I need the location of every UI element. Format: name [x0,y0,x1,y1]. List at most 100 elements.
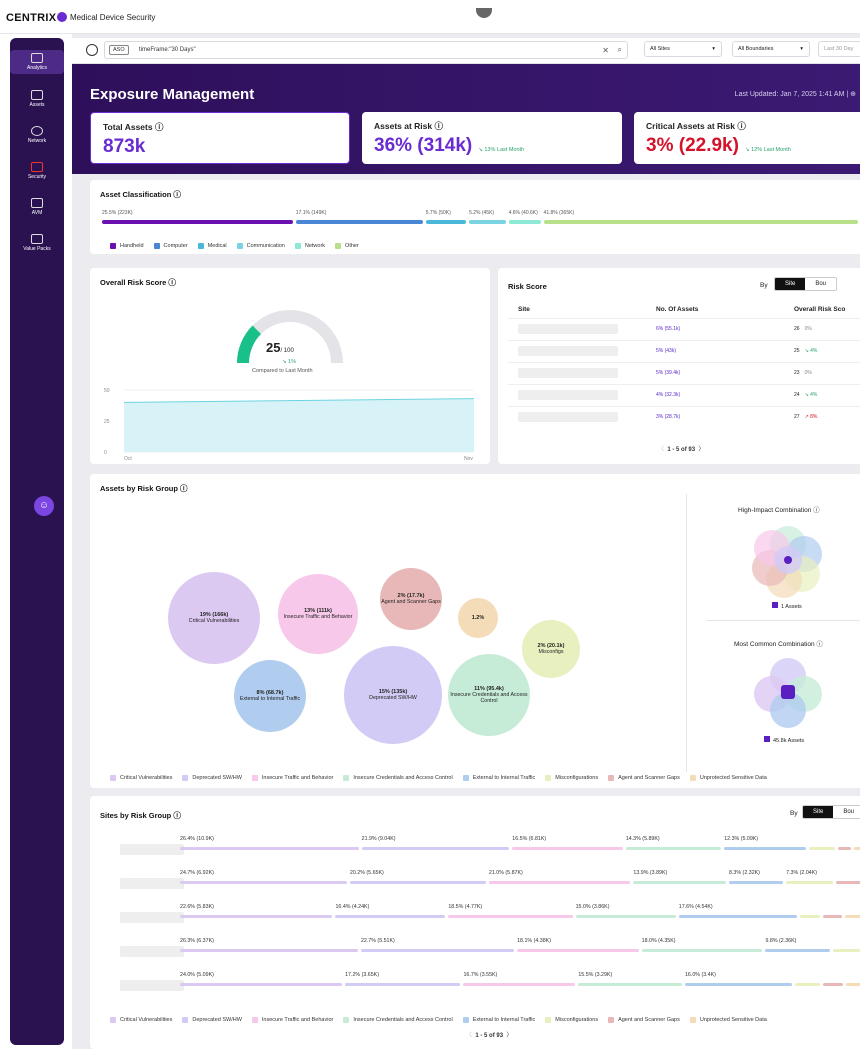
clear-icon[interactable]: ✕ [602,46,609,55]
legend-item: Computer [153,243,188,249]
toggle-boundary[interactable]: Bou [805,278,836,290]
kpi-assets-at-risk[interactable]: Assets at Risk ⓘ 36% (314k) ↘ 13% Last Mo… [362,112,622,164]
segment-bar[interactable] [641,949,763,952]
segment-bar[interactable] [360,949,515,952]
risk-group-bubble[interactable]: 15% (135k) Deprecated SW/HW [344,646,442,744]
segment-bar[interactable] [724,847,806,850]
asset-count[interactable]: 6% (55.1k) [656,326,680,332]
risk-group-bubble[interactable]: 1.2% [458,598,498,638]
segment-bar[interactable] [808,847,836,850]
table-row[interactable]: 3% (28.7k) 27 ↗ 8% [508,406,860,424]
sites-select[interactable]: All Sites ▾ [644,41,722,57]
next-page-icon[interactable]: 〉 [506,1033,512,1039]
legend-label: Medical [207,243,227,249]
kpi-total-assets[interactable]: Total Assets ⓘ 873k [90,112,350,164]
segment-bar[interactable] [180,983,343,986]
segment-bar[interactable] [578,983,682,986]
risk-score-value: 25/ 100 [266,340,294,355]
sidebar-item-network[interactable]: Network [10,126,64,144]
segment-bar[interactable] [361,847,510,850]
table-row[interactable]: 5% (39.4k) 23 0% [508,362,860,380]
next-page-icon[interactable]: 〉 [698,447,704,453]
column-header-score[interactable]: Overall Risk Sco [794,306,845,313]
segment-bar[interactable] [180,915,333,918]
chat-help-button[interactable]: ☺ [34,496,54,516]
classification-segment[interactable] [295,220,423,224]
segment-bar[interactable] [684,983,793,986]
segment-bar[interactable] [575,915,676,918]
column-header-assets[interactable]: No. Of Assets [656,306,698,313]
segment-bar[interactable] [180,881,347,884]
asset-count[interactable]: 5% (43k) [656,348,676,354]
classification-segment[interactable] [508,220,541,224]
classification-segment[interactable] [543,220,859,224]
segment-bar[interactable] [517,949,639,952]
risk-group-bubble[interactable]: 19% (166k) Critical Vulnerabilities [168,572,260,664]
segment-label: 14.3% (5.89K) [625,836,660,842]
search-icon[interactable]: ⌕ [618,45,622,55]
risk-group-bubble[interactable]: 2% (20.1k) Misconfigs [522,620,580,678]
sidebar-item-security[interactable]: Security [10,162,64,180]
toggle-site[interactable]: Site [803,806,834,818]
sidebar-item-assets[interactable]: Assets [10,90,64,108]
toggle-boundary[interactable]: Bou [833,806,860,818]
segment-bar[interactable] [345,983,461,986]
legend-item: Other [335,243,359,249]
kpi-critical-assets[interactable]: Critical Assets at Risk ⓘ 3% (22.9k) ↘ 12… [634,112,860,164]
classification-segment[interactable] [425,220,467,224]
sidebar-item-avm[interactable]: AVM [10,198,64,216]
segment-bar[interactable] [180,847,359,850]
legend-swatch [182,775,189,781]
legend-label: Insecure Traffic and Behavior [261,775,334,781]
legend-swatch [608,1017,615,1023]
score-delta: 0% [804,326,812,332]
segment-bar[interactable] [765,949,830,952]
table-row[interactable]: 5% (43k) 25 ↘ 4% [508,340,860,358]
legend-label: Agent and Scanner Gaps [618,1017,680,1023]
asset-count[interactable]: 3% (28.7k) [656,414,680,420]
segment-bar[interactable] [854,847,860,850]
sidebar-item-analytics[interactable]: Analytics [10,50,64,74]
segment-bar[interactable] [349,881,486,884]
risk-group-bubble[interactable]: 8% (68.7k) External to Internal Traffic [234,660,306,732]
segment-bar[interactable] [463,983,576,986]
prev-page-icon[interactable]: 〈 [466,1033,472,1039]
kpi-delta: ↘ 12% Last Month [744,147,791,153]
segment-bar[interactable] [448,915,573,918]
risk-group-bubble[interactable]: 13% (111k) Insecure Traffic and Behavior [278,574,358,654]
segment-bar[interactable] [488,881,631,884]
segment-bar[interactable] [729,881,784,884]
segment-bar[interactable] [823,915,843,918]
toggle-site[interactable]: Site [775,278,806,290]
segment-bar[interactable] [795,983,820,986]
segment-bar[interactable] [335,915,446,918]
asset-count[interactable]: 5% (39.4k) [656,370,680,376]
segment-bar[interactable] [845,983,860,986]
segment-bar[interactable] [845,915,860,918]
classification-segment[interactable] [469,220,506,224]
segment-bar[interactable] [799,915,821,918]
sidebar-item-value-packs[interactable]: Value Packs [10,234,64,252]
table-row[interactable]: 4% (32.3k) 24 ↘ 4% [508,384,860,402]
asset-count[interactable]: 4% (32.3k) [656,392,680,398]
segment-bar[interactable] [678,915,797,918]
table-row[interactable]: 6% (55.1k) 26 0% [508,318,860,336]
segment-bar[interactable] [512,847,623,850]
boundaries-select[interactable]: All Boundaries ▾ [732,41,810,57]
segment-bar[interactable] [180,949,358,952]
prev-page-icon[interactable]: 〈 [658,447,664,453]
timeframe-select[interactable]: Last 30 Day [818,41,860,57]
risk-group-bubble[interactable]: 2% (17.7k) Agent and Scanner Gaps [380,568,442,630]
query-input[interactable]: ASO timeFrame:"30 Days" ✕ ⌕ [104,41,628,59]
segment-bar[interactable] [836,881,860,884]
risk-group-bubble[interactable]: 11% (95.4k) Insecure Credentials and Acce… [448,654,530,736]
segment-bar[interactable] [822,983,843,986]
column-header-site[interactable]: Site [518,306,530,313]
classification-segment[interactable] [102,220,293,224]
history-clock-icon[interactable] [86,44,98,56]
segment-bar[interactable] [786,881,834,884]
segment-bar[interactable] [838,847,852,850]
segment-bar[interactable] [633,881,727,884]
segment-bar[interactable] [832,949,860,952]
segment-bar[interactable] [625,847,722,850]
